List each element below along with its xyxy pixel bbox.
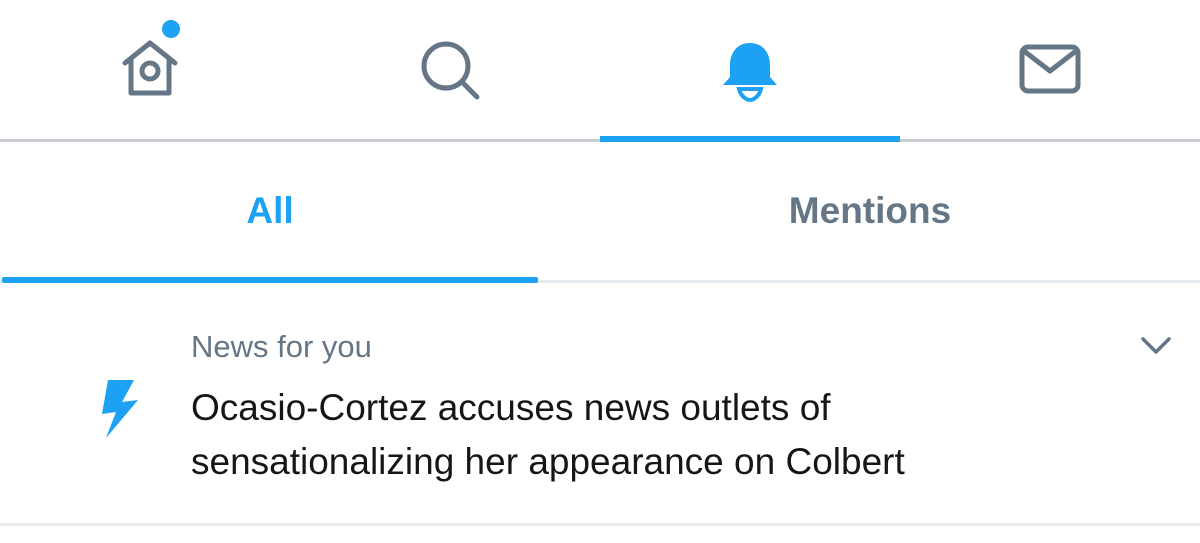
bell-icon [717, 37, 783, 103]
tab-mentions[interactable]: Mentions [540, 142, 1200, 280]
news-for-you-label: News for you [191, 329, 372, 364]
chevron-down-icon[interactable] [1139, 330, 1173, 360]
notifications-screen: All Mentions News for you Ocasio-Cortez … [0, 0, 1200, 543]
nav-home-tab[interactable] [0, 0, 300, 139]
nav-search-tab[interactable] [300, 0, 600, 139]
top-navigation-bar [0, 0, 1200, 142]
nav-messages-tab[interactable] [900, 0, 1200, 139]
tab-all[interactable]: All [0, 142, 540, 283]
home-icon [117, 37, 183, 103]
mail-icon [1017, 37, 1083, 103]
tab-mentions-label: Mentions [788, 190, 952, 231]
news-headline: Ocasio-Cortez accuses news outlets of se… [191, 387, 905, 482]
lightning-bolt-icon [92, 378, 148, 445]
new-activity-dot [162, 20, 180, 38]
tab-all-label: All [246, 190, 294, 231]
news-notification-item[interactable]: News for you Ocasio-Cortez accuses news … [0, 283, 1200, 526]
nav-notifications-tab[interactable] [600, 0, 900, 142]
search-icon [417, 37, 483, 103]
notification-filter-tabs: All Mentions [0, 142, 1200, 283]
